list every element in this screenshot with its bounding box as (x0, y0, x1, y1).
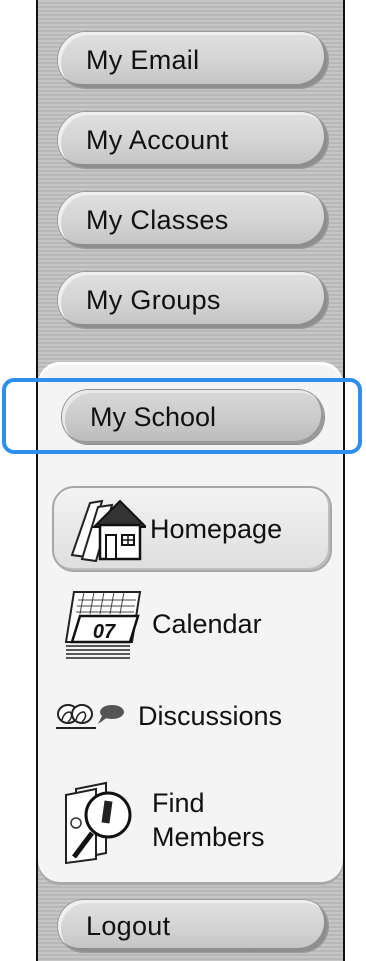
find-members-label-line2: Members (152, 822, 265, 852)
calendar-icon-text: 07 (93, 621, 116, 643)
calendar-link[interactable]: 07 Calendar (60, 582, 340, 666)
discussions-link[interactable]: Discussions (52, 692, 342, 740)
logout-label: Logout (86, 910, 171, 941)
calendar-label: Calendar (152, 608, 262, 639)
discussions-label: Discussions (138, 700, 283, 731)
house-icon (68, 493, 146, 565)
my-email-button[interactable]: My Email (58, 32, 328, 88)
homepage-link[interactable]: Homepage (52, 486, 332, 572)
my-classes-button[interactable]: My Classes (58, 192, 328, 248)
homepage-label: Homepage (150, 513, 283, 544)
calendar-icon: 07 (60, 584, 146, 664)
my-account-button[interactable]: My Account (58, 112, 328, 168)
my-email-label: My Email (86, 44, 200, 75)
my-groups-label: My Groups (86, 284, 221, 315)
my-account-label: My Account (86, 124, 229, 155)
my-school-label: My School (90, 401, 217, 432)
find-members-label: Find Members (152, 786, 265, 854)
find-members-label-line1: Find (152, 788, 205, 818)
my-classes-label: My Classes (86, 204, 229, 235)
speech-bubbles-icon (52, 698, 136, 734)
my-groups-button[interactable]: My Groups (58, 272, 328, 328)
magnifier-profile-icon (56, 775, 142, 865)
logout-button[interactable]: Logout (58, 900, 328, 952)
find-members-link[interactable]: Find Members (56, 770, 336, 870)
my-school-button[interactable]: My School (62, 390, 324, 444)
